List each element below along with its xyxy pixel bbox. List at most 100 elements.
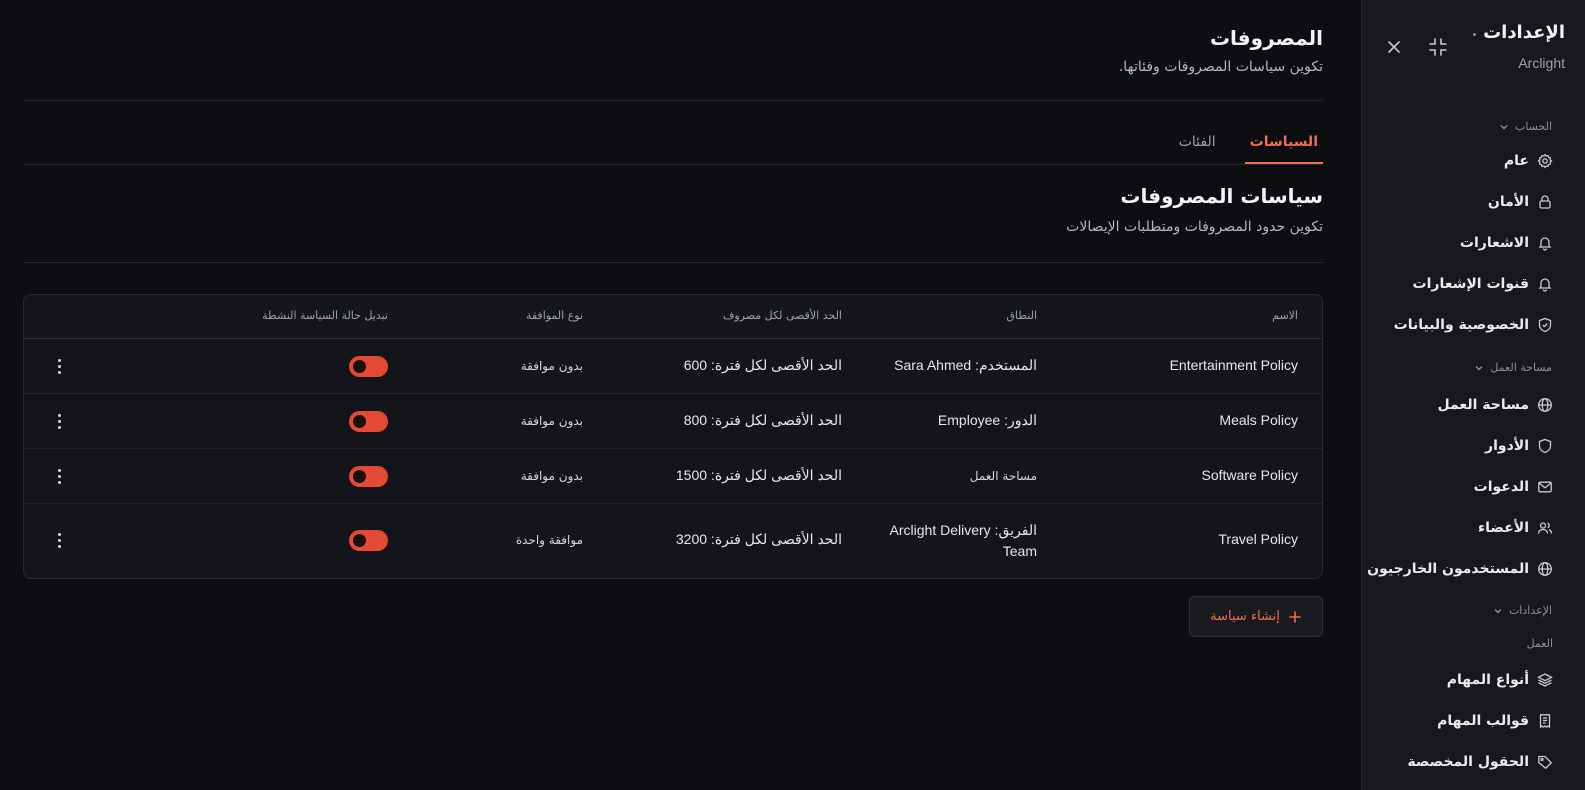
globe-icon: [1538, 398, 1552, 412]
more-options-icon[interactable]: [51, 466, 67, 486]
policy-approval: بدون موافقة: [520, 414, 583, 428]
sidebar-item-task-types[interactable]: أنواع المهام: [1447, 668, 1553, 692]
policy-scope: الدور: Employee: [937, 412, 1037, 428]
workspace-name: Arclight: [1518, 55, 1565, 71]
users-icon: [1537, 522, 1553, 534]
policies-table: الاسم النطاق الحد الأقصى لكل مصروف نوع ا…: [23, 294, 1323, 579]
shield-icon: [1538, 438, 1552, 454]
section-account-label: الحساب: [1514, 120, 1552, 133]
page-subtitle: تكوين سياسات المصروفات وفئاتها.: [1118, 59, 1323, 75]
sidebar-item-privacy[interactable]: الخصوصية والبيانات: [1394, 313, 1553, 337]
tab-policies[interactable]: السياسات: [1244, 126, 1323, 164]
sidebar-item-label: أنواع المهام: [1446, 672, 1529, 688]
active-toggle[interactable]: [349, 411, 388, 432]
plus-icon: [1289, 610, 1301, 623]
policy-name: Meals Policy: [1219, 412, 1298, 428]
policy-scope: الفريق: Arclight Delivery Team: [889, 522, 1037, 559]
bell-icon: [1538, 237, 1552, 251]
sidebar-item-notification-channels[interactable]: قنوات الإشعارات: [1413, 272, 1553, 296]
sidebar-item-label: الأدوار: [1485, 438, 1529, 454]
main-content: المصروفات تكوين سياسات المصروفات وفئاتها…: [23, 0, 1323, 790]
section-settings-label: الإعدادات: [1508, 604, 1552, 617]
chevron-down-icon: [1494, 608, 1502, 613]
tabs-divider: [23, 164, 1323, 165]
layers-icon: [1537, 673, 1553, 687]
tab-categories[interactable]: الفئات: [1174, 126, 1221, 164]
table-row: Software Policy مساحة العمل الحد الأقصى …: [24, 449, 1322, 504]
sidebar-header: الإعدادات Arclight: [1362, 0, 1585, 100]
tabs: السياسات الفئات: [1174, 126, 1323, 164]
section-title: سياسات المصروفات: [1120, 184, 1323, 208]
table-row: Meals Policy الدور: Employee الحد الأقصى…: [24, 394, 1322, 449]
shield-icon: [1538, 317, 1552, 333]
policy-max: الحد الأقصى لكل فترة: 600: [683, 357, 842, 373]
sidebar-item-security[interactable]: الأمان: [1488, 190, 1553, 214]
sidebar-item-label: الأعضاء: [1478, 520, 1529, 536]
sidebar-item-label: الدعوات: [1473, 479, 1529, 495]
divider: [23, 262, 1323, 263]
sidebar-item-members[interactable]: الأعضاء: [1478, 516, 1553, 540]
create-policy-button[interactable]: إنشاء سياسة: [1189, 596, 1323, 637]
toggle-knob: [353, 360, 366, 373]
policy-name: Entertainment Policy: [1169, 357, 1298, 373]
policy-approval: بدون موافقة: [520, 359, 583, 373]
lock-icon: [1539, 195, 1551, 209]
table-row: Entertainment Policy المستخدم: Sara Ahme…: [24, 339, 1322, 394]
sidebar-item-label: قنوات الإشعارات: [1412, 276, 1529, 292]
more-options-icon[interactable]: [51, 356, 67, 376]
policy-max: الحد الأقصى لكل فترة: 3200: [675, 531, 842, 547]
policy-max: الحد الأقصى لكل فترة: 800: [683, 412, 842, 428]
sidebar-item-invitations[interactable]: الدعوات: [1474, 475, 1553, 499]
policy-scope: مساحة العمل: [969, 469, 1037, 483]
tag-icon: [1538, 755, 1553, 770]
section-account[interactable]: الحساب: [1499, 120, 1552, 133]
col-approval: نوع الموافقة: [525, 309, 583, 322]
toggle-knob: [353, 415, 366, 428]
table-row: Travel Policy الفريق: Arclight Delivery …: [24, 504, 1322, 578]
policy-max: الحد الأقصى لكل فترة: 1500: [675, 467, 842, 483]
sidebar-item-label: عام: [1503, 153, 1529, 169]
sidebar-item-general[interactable]: عام: [1504, 149, 1553, 173]
col-max: الحد الأقصى لكل مصروف: [722, 309, 842, 322]
sidebar-title: الإعدادات: [1483, 22, 1565, 43]
sidebar-item-label: قوالب المهام: [1437, 713, 1529, 729]
section-workspace[interactable]: مساحة العمل: [1474, 361, 1552, 374]
toggle-knob: [353, 534, 366, 547]
page-title: المصروفات: [1209, 26, 1323, 50]
mail-icon: [1538, 481, 1552, 493]
sidebar-item-label: الخصوصية والبيانات: [1393, 317, 1529, 333]
settings-sidebar: الإعدادات Arclight الحساب عام الأمان الا…: [1361, 0, 1585, 790]
policy-approval: بدون موافقة: [520, 469, 583, 483]
globe-icon: [1538, 562, 1552, 576]
policy-name: Software Policy: [1201, 467, 1298, 483]
sidebar-item-label: الاشعارات: [1459, 235, 1529, 251]
chevron-down-icon: [1475, 365, 1483, 370]
active-toggle[interactable]: [349, 466, 388, 487]
more-options-icon[interactable]: [51, 530, 67, 550]
active-toggle[interactable]: [349, 530, 388, 551]
status-dot: [1473, 33, 1476, 36]
table-header: الاسم النطاق الحد الأقصى لكل مصروف نوع ا…: [24, 295, 1322, 339]
col-toggle: تبديل حالة السياسة النشطة: [262, 309, 388, 322]
template-icon: [1539, 714, 1551, 729]
active-toggle[interactable]: [349, 356, 388, 377]
policy-name: Travel Policy: [1218, 531, 1298, 547]
sidebar-item-label: مساحة العمل: [1437, 397, 1529, 413]
chevron-down-icon: [1500, 124, 1508, 129]
bell-icon: [1538, 278, 1552, 292]
create-policy-label: إنشاء سياسة: [1210, 609, 1280, 624]
sidebar-item-workspace[interactable]: مساحة العمل: [1438, 393, 1553, 417]
sidebar-item-notifications[interactable]: الاشعارات: [1460, 231, 1553, 255]
more-options-icon[interactable]: [51, 411, 67, 431]
section-settings[interactable]: الإعدادات: [1493, 604, 1552, 617]
sidebar-item-external-users[interactable]: المستخدمون الخارجيون: [1367, 557, 1553, 581]
col-scope: النطاق: [1006, 309, 1037, 322]
sidebar-item-label: الحقول المخصصة: [1407, 754, 1529, 770]
sidebar-item-roles[interactable]: الأدوار: [1485, 434, 1553, 458]
sidebar-item-task-templates[interactable]: قوالب المهام: [1437, 709, 1553, 733]
collapse-icon[interactable]: [1427, 36, 1449, 58]
sidebar-item-label: الأمان: [1487, 194, 1529, 210]
gear-icon: [1537, 153, 1553, 169]
close-icon[interactable]: [1384, 37, 1404, 57]
sidebar-item-custom-fields[interactable]: الحقول المخصصة: [1407, 750, 1553, 774]
